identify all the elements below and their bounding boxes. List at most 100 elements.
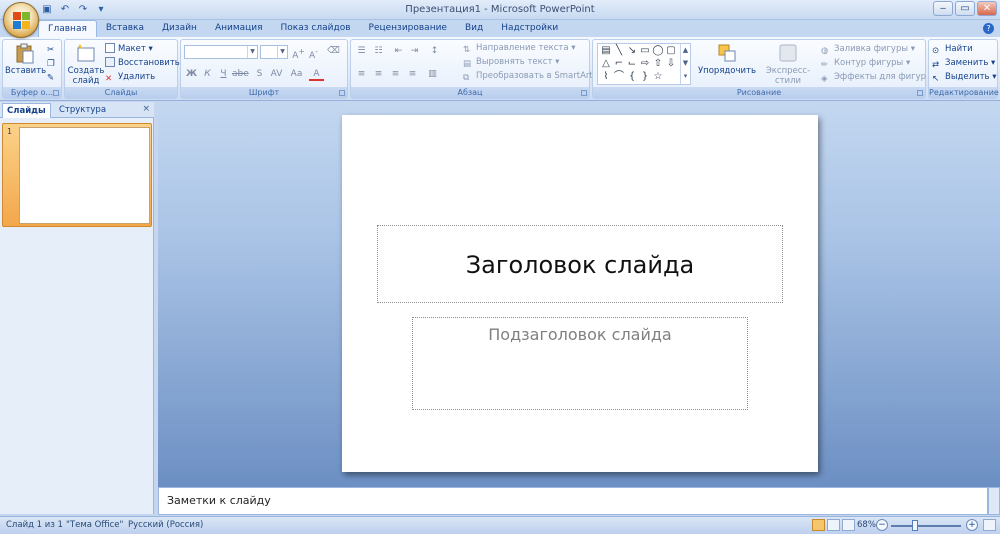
shape-outline-button[interactable]: ✏ Контур фигуры ▾ (821, 57, 910, 70)
clear-format-icon[interactable]: ⌫ (326, 45, 341, 58)
fit-to-window-icon[interactable] (983, 519, 996, 531)
maximize-button[interactable]: ▭ (955, 1, 975, 16)
shape-fill-button[interactable]: ◍ Заливка фигуры ▾ (821, 43, 915, 56)
arrange-button[interactable]: Упорядочить (697, 42, 757, 76)
columns-icon[interactable]: ▥ (425, 68, 440, 81)
slide-thumbnail[interactable] (19, 127, 150, 224)
font-color-button[interactable]: A (309, 68, 324, 81)
slide-show-view-icon[interactable] (842, 519, 855, 531)
delete-slide-button[interactable]: ✕ Удалить (105, 71, 155, 84)
curve-shape-icon[interactable]: ⌒ (613, 71, 625, 83)
justify-icon[interactable]: ≡ (405, 68, 420, 81)
italic-button[interactable]: К (200, 68, 215, 81)
slide-canvas[interactable]: Заголовок слайда Подзаголовок слайда (342, 115, 818, 472)
line-shape-icon[interactable]: ╲ (613, 45, 625, 57)
tab-home[interactable]: Главная (38, 20, 97, 37)
logo-quad-blue (13, 21, 21, 29)
tab-insert[interactable]: Вставка (97, 20, 153, 37)
shrink-font-icon[interactable]: A- (306, 45, 321, 61)
notes-pane[interactable]: Заметки к слайду (158, 487, 988, 515)
slide-sorter-view-icon[interactable] (827, 519, 840, 531)
shapes-gallery[interactable]: ▤ ╲ ↘ ▭ ◯ ▢ △ ⌐ ⌙ ⇨ ⇧ ⇩ ⌇ ⌒ { } ☆ ▲ ▼ ▾ (597, 43, 691, 85)
office-button[interactable] (3, 2, 39, 38)
shadow-button[interactable]: S (252, 68, 267, 81)
copy-icon[interactable]: ❐ (47, 58, 55, 71)
notes-scrollbar[interactable] (988, 487, 1000, 515)
tab-slide-show[interactable]: Показ слайдов (272, 20, 360, 37)
tab-design[interactable]: Дизайн (153, 20, 206, 37)
font-launcher-icon[interactable] (339, 90, 345, 96)
bracket-right-shape-icon[interactable]: } (639, 71, 651, 83)
find-button[interactable]: ⊙ Найти (932, 43, 973, 56)
tab-review[interactable]: Рецензирование (360, 20, 456, 37)
tab-addins[interactable]: Надстройки (492, 20, 567, 37)
slide-thumbnail-selected[interactable]: 1 (2, 123, 152, 227)
zoom-out-icon[interactable]: − (876, 519, 888, 531)
title-placeholder[interactable]: Заголовок слайда (377, 225, 783, 303)
gallery-scroll-icon[interactable]: ▲ ▼ ▾ (680, 44, 690, 84)
quick-styles-button[interactable]: Экспресс-стили (757, 42, 819, 86)
text-direction-button[interactable]: ⇅ Направление текста ▾ (463, 42, 576, 55)
cut-icon[interactable]: ✂ (47, 44, 54, 57)
subtitle-placeholder[interactable]: Подзаголовок слайда (412, 317, 748, 410)
bold-button[interactable]: Ж (184, 68, 199, 81)
zoom-in-icon[interactable]: + (966, 519, 978, 531)
new-slide-button[interactable]: Создать слайд (67, 42, 105, 86)
align-right-icon[interactable]: ≡ (388, 68, 403, 81)
text-box-shape-icon[interactable]: ▤ (600, 45, 612, 57)
right-arrow-shape-icon[interactable]: ⇨ (639, 58, 651, 70)
layout-button[interactable]: Макет ▾ (105, 43, 153, 56)
shape-effects-button[interactable]: ◈Эффекты для фигур ▾ (821, 71, 933, 84)
align-text-button[interactable]: ▤ Выровнять текст ▾ (463, 56, 559, 69)
paragraph-launcher-icon[interactable] (581, 90, 587, 96)
help-icon[interactable]: ? (983, 23, 994, 34)
char-spacing-button[interactable]: AV (269, 68, 284, 81)
elbow-connector-shape-icon[interactable]: ⌐ (613, 58, 625, 70)
tab-view[interactable]: Вид (456, 20, 492, 37)
triangle-shape-icon[interactable]: △ (600, 58, 612, 70)
bracket-left-shape-icon[interactable]: { (626, 71, 638, 83)
smartart-button[interactable]: ⧉Преобразовать в SmartArt ▾ (463, 70, 600, 83)
elbow-arrow-shape-icon[interactable]: ⌙ (626, 58, 638, 70)
grow-font-icon[interactable]: A+ (291, 45, 306, 61)
format-painter-icon[interactable]: ✎ (47, 72, 54, 85)
replace-button[interactable]: ⇄ Заменить ▾ (932, 57, 995, 70)
change-case-button[interactable]: Aa (289, 68, 304, 81)
bullets-icon[interactable]: ☰ (354, 45, 369, 58)
rounded-rect-shape-icon[interactable]: ▢ (665, 45, 677, 57)
increase-indent-icon[interactable]: ⇥ (407, 45, 422, 58)
tab-animation[interactable]: Анимация (206, 20, 272, 37)
normal-view-icon[interactable] (812, 519, 825, 531)
up-arrow-shape-icon[interactable]: ⇧ (652, 58, 664, 70)
paste-button[interactable]: Вставить (5, 42, 46, 76)
down-arrow-shape-icon[interactable]: ⇩ (665, 58, 677, 70)
freeform-shape-icon[interactable]: ⌇ (600, 71, 612, 83)
zoom-level[interactable]: 68% (857, 520, 876, 530)
tab-outline[interactable]: Структура (55, 103, 110, 118)
numbering-icon[interactable]: ☷ (371, 45, 386, 58)
star-shape-icon[interactable]: ☆ (652, 71, 664, 83)
clipboard-launcher-icon[interactable] (53, 90, 59, 96)
tab-slides[interactable]: Слайды (2, 103, 51, 118)
font-family-combo[interactable]: ▼ (184, 45, 258, 59)
close-button[interactable]: ✕ (977, 1, 997, 16)
drawing-launcher-icon[interactable] (917, 90, 923, 96)
minimize-button[interactable]: ‒ (933, 1, 953, 16)
close-icon[interactable]: × (142, 104, 150, 114)
font-size-combo[interactable]: ▼ (260, 45, 288, 59)
align-center-icon[interactable]: ≡ (371, 68, 386, 81)
line-spacing-icon[interactable]: ↕ (427, 45, 442, 58)
reset-button[interactable]: Восстановить (105, 57, 180, 70)
zoom-slider-thumb[interactable] (912, 520, 918, 531)
arrow-line-shape-icon[interactable]: ↘ (626, 45, 638, 57)
oval-shape-icon[interactable]: ◯ (652, 45, 664, 57)
underline-button[interactable]: Ч (216, 68, 231, 81)
rectangle-shape-icon[interactable]: ▭ (639, 45, 651, 57)
language-indicator[interactable]: Русский (Россия) (128, 520, 203, 530)
zoom-slider-track[interactable] (891, 525, 961, 527)
decrease-indent-icon[interactable]: ⇤ (391, 45, 406, 58)
strikethrough-button[interactable]: abe (232, 68, 249, 81)
align-left-icon[interactable]: ≡ (354, 68, 369, 81)
theme-name[interactable]: "Тема Office" (66, 520, 123, 530)
select-button[interactable]: ↖ Выделить ▾ (932, 71, 997, 84)
